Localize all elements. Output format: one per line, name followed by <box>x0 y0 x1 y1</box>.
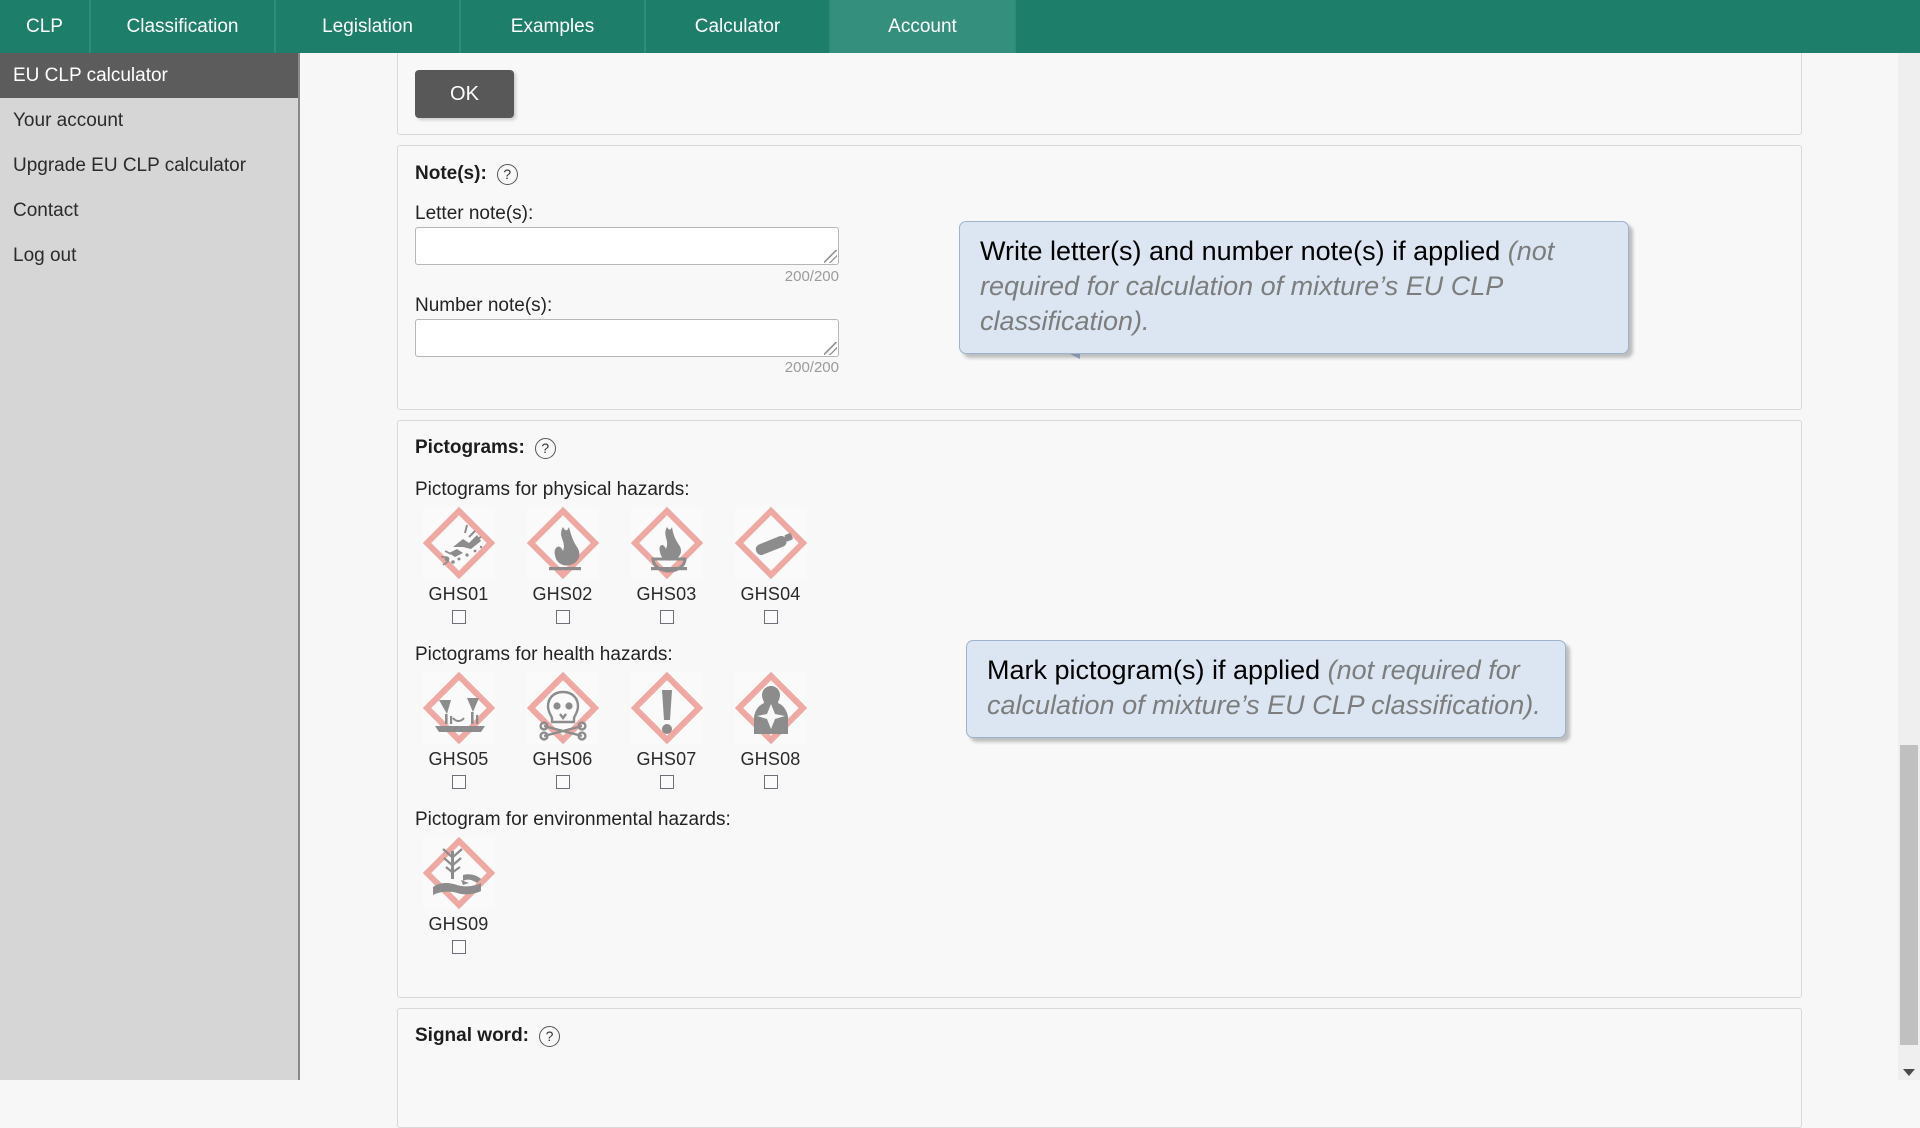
letter-notes-textarea[interactable] <box>415 227 839 265</box>
sidebar: EU CLP calculator Your account Upgrade E… <box>0 53 300 1080</box>
sidebar-item-label: Upgrade EU CLP calculator <box>13 154 247 176</box>
main-content: OK Note(s): ? Letter note(s): 200/200 Nu… <box>302 29 1920 1128</box>
nav-tab-calculator[interactable]: Calculator <box>646 0 831 53</box>
physical-hazards-group-label: Pictograms for physical hazards: <box>415 479 690 500</box>
pictogram-checkbox-ghs06[interactable] <box>555 775 570 789</box>
gas-cylinder-icon[interactable] <box>734 506 807 580</box>
pictogram-checkbox-ghs08[interactable] <box>763 775 778 789</box>
environment-icon[interactable] <box>422 836 495 910</box>
sidebar-item-log-out[interactable]: Log out <box>0 233 298 278</box>
pictogram-code-label: GHS06 <box>532 749 593 769</box>
sidebar-item-your-account[interactable]: Your account <box>0 98 298 143</box>
skull-and-crossbones-icon[interactable] <box>526 671 599 745</box>
nav-tab-label: CLP <box>26 15 63 37</box>
pictogram-cell-ghs06: GHS06 <box>519 671 606 789</box>
sidebar-item-eu-clp-calculator[interactable]: EU CLP calculator <box>0 53 298 98</box>
nav-tab-account[interactable]: Account <box>831 0 1016 53</box>
pictogram-checkbox-ghs04[interactable] <box>763 610 778 624</box>
pictogram-checkbox-ghs01[interactable] <box>451 610 466 624</box>
nav-tab-label: Calculator <box>694 15 781 37</box>
pictogram-code-label: GHS02 <box>532 584 593 604</box>
vertical-scrollbar-track[interactable] <box>1898 53 1920 1080</box>
health-hazards-group-label: Pictograms for health hazards: <box>415 644 673 665</box>
notes-help-icon[interactable]: ? <box>496 163 518 185</box>
pictogram-cell-ghs03: GHS03 <box>623 506 710 624</box>
sidebar-item-label: Your account <box>13 109 124 131</box>
number-notes-counter: 200/200 <box>784 359 839 376</box>
nav-tab-clp[interactable]: CLP <box>0 0 91 53</box>
flame-over-circle-icon[interactable] <box>630 506 703 580</box>
chevron-down-icon[interactable] <box>1903 1069 1915 1076</box>
environmental-hazards-pictogram-row: GHS09 <box>415 836 502 954</box>
nav-tab-classification[interactable]: Classification <box>91 0 276 53</box>
pictogram-checkbox-ghs02[interactable] <box>555 610 570 624</box>
signal-word-section-title: Signal word: ? <box>415 1025 560 1047</box>
flame-icon[interactable] <box>526 506 599 580</box>
pictograms-section-title: Pictograms: ? <box>415 437 556 459</box>
pictograms-callout-bold-text: Mark pictogram(s) if applied <box>987 655 1328 685</box>
pictogram-cell-ghs02: GHS02 <box>519 506 606 624</box>
notes-callout: Write letter(s) and number note(s) if ap… <box>959 221 1629 355</box>
pictogram-cell-ghs07: GHS07 <box>623 671 710 789</box>
pictogram-code-label: GHS04 <box>740 584 801 604</box>
nav-tab-label: Examples <box>510 15 595 37</box>
notes-callout-bold-text: Write letter(s) and number note(s) if ap… <box>980 236 1508 266</box>
pictogram-checkbox-ghs09[interactable] <box>451 940 466 954</box>
nav-tab-label: Account <box>888 15 957 37</box>
exploding-bomb-icon[interactable] <box>422 506 495 580</box>
top-navbar: CLP Classification Legislation Examples … <box>0 0 1920 53</box>
pictograms-help-icon[interactable]: ? <box>534 437 556 459</box>
letter-notes-counter: 200/200 <box>784 268 839 285</box>
number-notes-label: Number note(s): <box>415 295 553 316</box>
pictogram-code-label: GHS05 <box>428 749 489 769</box>
sidebar-item-contact[interactable]: Contact <box>0 188 298 233</box>
sidebar-item-label: Contact <box>13 199 79 221</box>
nav-tab-examples[interactable]: Examples <box>461 0 646 53</box>
pictogram-code-label: GHS07 <box>636 749 697 769</box>
pictogram-cell-ghs01: GHS01 <box>415 506 502 624</box>
number-notes-textarea[interactable] <box>415 319 839 357</box>
sidebar-item-label: EU CLP calculator <box>13 64 168 86</box>
nav-tab-label: Legislation <box>322 15 413 37</box>
sidebar-item-upgrade-eu-clp-calculator[interactable]: Upgrade EU CLP calculator <box>0 143 298 188</box>
signal-word-panel: Signal word: ? <box>397 1008 1802 1128</box>
pictogram-checkbox-ghs03[interactable] <box>659 610 674 624</box>
pictograms-title-text: Pictograms: <box>415 437 525 458</box>
pictogram-cell-ghs09: GHS09 <box>415 836 502 954</box>
signal-word-title-text: Signal word: <box>415 1025 529 1046</box>
sidebar-item-label: Log out <box>13 244 77 266</box>
health-hazard-icon[interactable] <box>734 671 807 745</box>
physical-hazards-pictogram-row: GHS01 GHS02 GHS03 GHS04 <box>415 506 814 624</box>
pictogram-cell-ghs08: GHS08 <box>727 671 814 789</box>
pictogram-code-label: GHS01 <box>428 584 489 604</box>
pictogram-code-label: GHS08 <box>740 749 801 769</box>
notes-section-title: Note(s): ? <box>415 163 518 185</box>
health-hazards-pictogram-row: GHS05 GHS06 GHS07 GHS08 <box>415 671 814 789</box>
corrosion-icon[interactable] <box>422 671 495 745</box>
ok-button[interactable]: OK <box>415 70 514 118</box>
pictogram-code-label: GHS09 <box>428 914 489 934</box>
pictogram-cell-ghs04: GHS04 <box>727 506 814 624</box>
nav-tab-legislation[interactable]: Legislation <box>276 0 461 53</box>
pictogram-checkbox-ghs07[interactable] <box>659 775 674 789</box>
nav-tab-label: Classification <box>126 15 239 37</box>
pictogram-cell-ghs05: GHS05 <box>415 671 502 789</box>
vertical-scrollbar-thumb[interactable] <box>1900 745 1918 1045</box>
environmental-hazards-group-label: Pictogram for environmental hazards: <box>415 809 731 830</box>
pictograms-callout: Mark pictogram(s) if applied (not requir… <box>966 640 1566 739</box>
signal-word-help-icon[interactable]: ? <box>539 1025 560 1047</box>
notes-title-text: Note(s): <box>415 163 487 184</box>
exclamation-mark-icon[interactable] <box>630 671 703 745</box>
letter-notes-label: Letter note(s): <box>415 203 534 224</box>
pictogram-code-label: GHS03 <box>636 584 697 604</box>
pictogram-checkbox-ghs05[interactable] <box>451 775 466 789</box>
